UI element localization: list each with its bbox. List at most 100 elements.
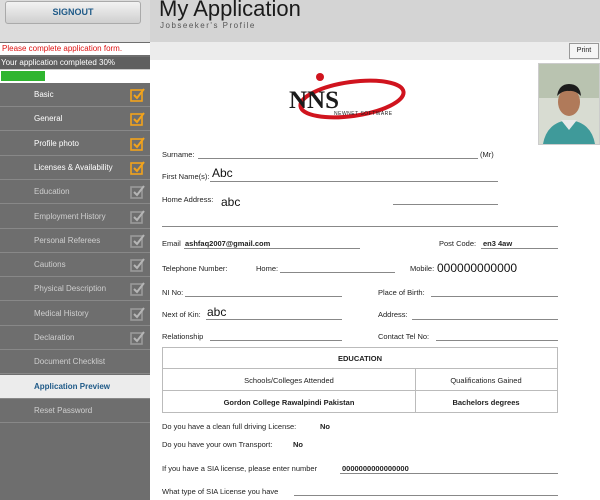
post-code-value: en3 4aw bbox=[483, 239, 513, 248]
sidebar-item-licenses-availability[interactable]: Licenses & Availability bbox=[0, 156, 150, 180]
sidebar-item-label: Document Checklist bbox=[34, 357, 106, 367]
unchecked-checkbox-icon bbox=[130, 282, 145, 297]
address-label: Address: bbox=[378, 310, 408, 319]
sidebar-item-label: Medical History bbox=[34, 308, 89, 318]
checked-checkbox-icon bbox=[130, 88, 145, 102]
transport-answer: No bbox=[293, 440, 303, 449]
unchecked-checkbox-icon bbox=[130, 307, 145, 321]
place-of-birth-label: Place of Birth: bbox=[378, 288, 425, 297]
unchecked-checkbox-icon bbox=[130, 185, 145, 199]
home-address-field-line[interactable] bbox=[162, 226, 558, 227]
logo-text: NNS bbox=[289, 87, 339, 114]
sidebar-item-label: Cautions bbox=[34, 260, 66, 270]
sia-type-field[interactable] bbox=[294, 495, 558, 496]
telephone-label: Telephone Number: bbox=[162, 264, 228, 273]
email-value: ashfaq2007@gmail.com bbox=[185, 239, 271, 248]
school-value: Gordon College Rawalpindi Pakistan bbox=[223, 398, 355, 407]
next-of-kin-address-field[interactable] bbox=[412, 319, 558, 320]
table-divider bbox=[163, 390, 557, 391]
unchecked-checkbox-icon bbox=[130, 209, 145, 224]
qualification-value: Bachelors degrees bbox=[452, 398, 520, 407]
sidebar-item-label: Physical Description bbox=[34, 284, 107, 294]
mobile-value: 000000000000 bbox=[437, 261, 518, 275]
sidebar-item-medical-history[interactable]: Medical History bbox=[0, 302, 150, 326]
table-divider bbox=[163, 368, 557, 369]
toolbar-strip bbox=[150, 42, 600, 60]
sidebar: SIGNOUT Please complete application form… bbox=[0, 0, 150, 500]
sidebar-item-reset-password[interactable]: Reset Password bbox=[0, 399, 150, 423]
transport-question: Do you have your own Transport: bbox=[162, 440, 273, 449]
progress-label: Your application completed 30% bbox=[0, 57, 150, 69]
surname-label: Surname: bbox=[162, 150, 195, 159]
page-title: My Application bbox=[159, 0, 301, 21]
home-address-value: abc bbox=[221, 195, 241, 209]
sidebar-item-document-checklist[interactable]: Document Checklist bbox=[0, 350, 150, 375]
progress-bar-fill bbox=[1, 71, 45, 81]
first-name-label: First Name(s): bbox=[162, 172, 210, 181]
sidebar-item-label: General bbox=[34, 114, 63, 124]
surname-title: (Mr) bbox=[480, 150, 494, 159]
sidebar-item-cautions[interactable]: Cautions bbox=[0, 253, 150, 278]
ni-label: NI No: bbox=[162, 288, 184, 297]
signout-area: SIGNOUT bbox=[0, 0, 150, 42]
place-of-birth-field[interactable] bbox=[431, 296, 558, 297]
school-column-header: Schools/Colleges Attended bbox=[244, 376, 334, 385]
sia-type-question: What type of SIA License you have bbox=[162, 487, 279, 496]
ni-field[interactable] bbox=[185, 296, 342, 297]
unchecked-checkbox-icon bbox=[130, 234, 145, 248]
relationship-label: Relationship bbox=[162, 332, 204, 341]
unchecked-checkbox-icon bbox=[130, 331, 145, 345]
contact-tel-label: Contact Tel No: bbox=[378, 332, 430, 341]
sidebar-item-label: Declaration bbox=[34, 333, 75, 342]
next-of-kin-value: abc bbox=[207, 305, 227, 319]
page-subtitle: Jobseeker's Profile bbox=[160, 21, 256, 30]
driving-license-answer: No bbox=[320, 422, 330, 431]
first-name-field[interactable] bbox=[210, 181, 498, 182]
next-of-kin-label: Next of Kin: bbox=[162, 310, 201, 319]
sidebar-item-application-preview[interactable]: Application Preview bbox=[0, 374, 150, 399]
mobile-label: Mobile: bbox=[410, 264, 435, 273]
sidebar-item-physical-description[interactable]: Physical Description bbox=[0, 277, 150, 302]
sia-number-value: 0000000000000000 bbox=[342, 464, 409, 473]
sidebar-item-profile-photo[interactable]: Profile photo bbox=[0, 132, 150, 156]
home-address-field-line[interactable] bbox=[393, 204, 498, 205]
sidebar-item-basic[interactable]: Basic bbox=[0, 83, 150, 107]
sidebar-item-label: Profile photo bbox=[34, 138, 79, 148]
sia-number-question: If you have a SIA license, please enter … bbox=[162, 464, 318, 473]
print-button[interactable]: Print bbox=[569, 43, 599, 59]
sidebar-item-label: Personal Referees bbox=[34, 235, 101, 245]
post-code-field[interactable] bbox=[481, 248, 558, 249]
home-phone-field[interactable] bbox=[280, 272, 395, 273]
unchecked-checkbox-icon bbox=[130, 258, 145, 272]
home-phone-label: Home: bbox=[256, 264, 279, 273]
logo-tagline: NEWNET SOFTWARE bbox=[334, 111, 393, 117]
sidebar-item-label: Reset Password bbox=[34, 405, 93, 415]
sidebar-item-employment-history[interactable]: Employment History bbox=[0, 205, 150, 229]
checked-checkbox-icon bbox=[130, 161, 145, 175]
sidebar-item-education[interactable]: Education bbox=[0, 180, 150, 205]
nns-logo: NNS NEWNET SOFTWARE bbox=[289, 73, 406, 120]
profile-photo bbox=[538, 63, 600, 145]
sidebar-item-declaration[interactable]: Declaration bbox=[0, 326, 150, 350]
education-heading: EDUCATION bbox=[337, 354, 383, 363]
application-preview-form bbox=[150, 60, 600, 500]
qualification-column-header: Qualifications Gained bbox=[450, 376, 522, 385]
completion-warning: Please complete application form. bbox=[0, 43, 150, 55]
sidebar-item-general[interactable]: General bbox=[0, 107, 150, 132]
sidebar-item-personal-referees[interactable]: Personal Referees bbox=[0, 229, 150, 253]
page-header: My Application Jobseeker's Profile bbox=[150, 0, 600, 42]
surname-field[interactable] bbox=[198, 158, 478, 159]
email-field[interactable] bbox=[184, 248, 360, 249]
email-label: Email bbox=[162, 239, 181, 248]
sidebar-item-label: Licenses & Availability bbox=[34, 162, 113, 172]
contact-tel-field[interactable] bbox=[436, 340, 558, 341]
checked-checkbox-icon bbox=[130, 112, 145, 127]
post-code-label: Post Code: bbox=[439, 239, 477, 248]
sidebar-item-label: Application Preview bbox=[34, 381, 111, 391]
next-of-kin-field[interactable] bbox=[206, 319, 342, 320]
checked-checkbox-icon bbox=[130, 136, 145, 151]
sia-number-field[interactable] bbox=[340, 473, 558, 474]
signout-button[interactable]: SIGNOUT bbox=[5, 1, 141, 24]
relationship-field[interactable] bbox=[210, 340, 342, 341]
sidebar-item-label: Education bbox=[34, 187, 70, 197]
